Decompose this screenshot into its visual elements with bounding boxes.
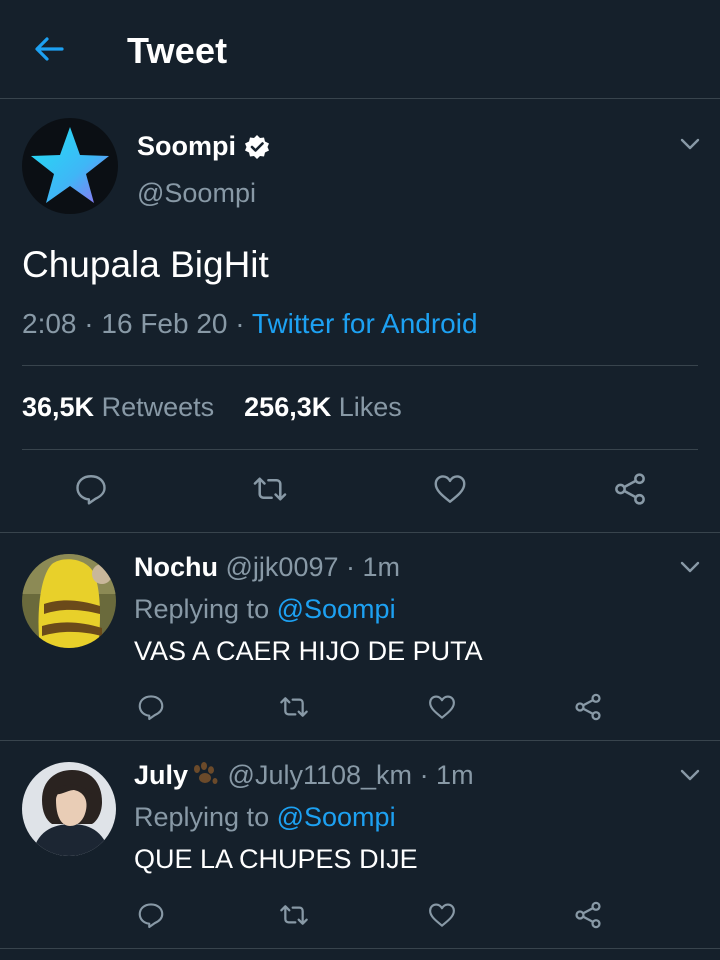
retweets-count: 36,5K xyxy=(22,392,95,422)
reply-button[interactable] xyxy=(70,468,112,510)
reply-text: VAS A CAER HIJO DE PUTA xyxy=(134,636,483,666)
divider xyxy=(0,948,720,949)
reply-icon xyxy=(138,903,164,929)
author-display-name[interactable]: Soompi xyxy=(137,131,236,162)
tweet-meta: 2:08 · 16 Feb 20 · Twitter for Android xyxy=(22,308,478,340)
reply-time: · 1m xyxy=(346,552,401,582)
reply-icon xyxy=(138,695,164,721)
share-button[interactable] xyxy=(571,690,605,724)
replying-to: Replying to @Soompi xyxy=(134,594,396,625)
likes-stat[interactable]: 256,3K Likes xyxy=(244,392,402,422)
mention-link[interactable]: @Soompi xyxy=(277,594,396,624)
heart-icon xyxy=(429,695,455,719)
tweet-stats: 36,5K Retweets 256,3K Likes xyxy=(22,392,402,423)
likes-count: 256,3K xyxy=(244,392,332,422)
reply-button[interactable] xyxy=(134,690,168,724)
arrow-left-icon xyxy=(35,37,64,61)
reply-text: QUE LA CHUPES DIJE xyxy=(134,844,418,874)
share-icon xyxy=(575,693,601,721)
divider xyxy=(0,740,720,741)
reply-icon xyxy=(76,475,106,505)
likes-label: Likes xyxy=(338,392,402,422)
reply-header: Nochu @jjk0097 · 1m xyxy=(134,552,400,583)
share-icon xyxy=(575,901,601,929)
share-icon xyxy=(615,473,645,505)
reply-button[interactable] xyxy=(134,898,168,932)
share-button[interactable] xyxy=(609,468,651,510)
reply-author-name[interactable]: July xyxy=(134,760,188,790)
star-logo-icon xyxy=(31,127,109,203)
tweet-date: 16 Feb 20 xyxy=(101,308,228,339)
reply-author-handle: @July1108_km xyxy=(227,760,413,790)
retweet-icon xyxy=(280,697,308,717)
reply-header: July @July1108_km · 1m xyxy=(134,760,474,791)
share-button[interactable] xyxy=(571,898,605,932)
chevron-down-icon[interactable] xyxy=(678,132,702,156)
tweet-text: Chupala BigHit xyxy=(22,244,269,285)
divider xyxy=(22,449,698,450)
top-bar: Tweet xyxy=(0,0,720,99)
tweet-source-link[interactable]: Twitter for Android xyxy=(252,308,478,339)
retweets-label: Retweets xyxy=(101,392,215,422)
like-button[interactable] xyxy=(429,468,471,510)
retweet-icon xyxy=(253,477,287,501)
chevron-down-icon[interactable] xyxy=(678,555,702,579)
retweet-button[interactable] xyxy=(277,690,311,724)
replying-to-label: Replying to xyxy=(134,802,270,832)
meta-separator: · xyxy=(84,308,94,339)
reply-author-handle: @jjk0097 xyxy=(225,552,339,582)
back-button[interactable] xyxy=(26,26,72,72)
reply-avatar[interactable] xyxy=(22,554,116,648)
like-button[interactable] xyxy=(425,898,459,932)
retweet-icon xyxy=(280,905,308,925)
replying-to-label: Replying to xyxy=(134,594,270,624)
meta-separator: · xyxy=(235,308,245,339)
reply-author-name[interactable]: Nochu xyxy=(134,552,218,582)
reply-avatar[interactable] xyxy=(22,762,116,856)
author-avatar[interactable] xyxy=(22,118,118,214)
user-photo xyxy=(22,554,116,648)
retweets-stat[interactable]: 36,5K Retweets xyxy=(22,392,214,422)
paw-emoji-icon xyxy=(194,762,218,784)
chevron-down-icon[interactable] xyxy=(678,763,702,787)
retweet-button[interactable] xyxy=(277,898,311,932)
heart-icon xyxy=(429,903,455,927)
mention-link[interactable]: @Soompi xyxy=(277,802,396,832)
tweet-time: 2:08 xyxy=(22,308,77,339)
author-name-row: Soompi xyxy=(137,131,270,162)
replying-to: Replying to @Soompi xyxy=(134,802,396,833)
verified-badge-icon xyxy=(245,134,269,159)
divider xyxy=(22,365,698,366)
retweet-button[interactable] xyxy=(249,468,291,510)
divider xyxy=(0,532,720,533)
author-handle: @Soompi xyxy=(137,178,256,208)
heart-icon xyxy=(434,475,466,503)
like-button[interactable] xyxy=(425,690,459,724)
reply-time: · 1m xyxy=(419,760,474,790)
page-title: Tweet xyxy=(127,30,228,71)
user-photo xyxy=(22,762,116,856)
